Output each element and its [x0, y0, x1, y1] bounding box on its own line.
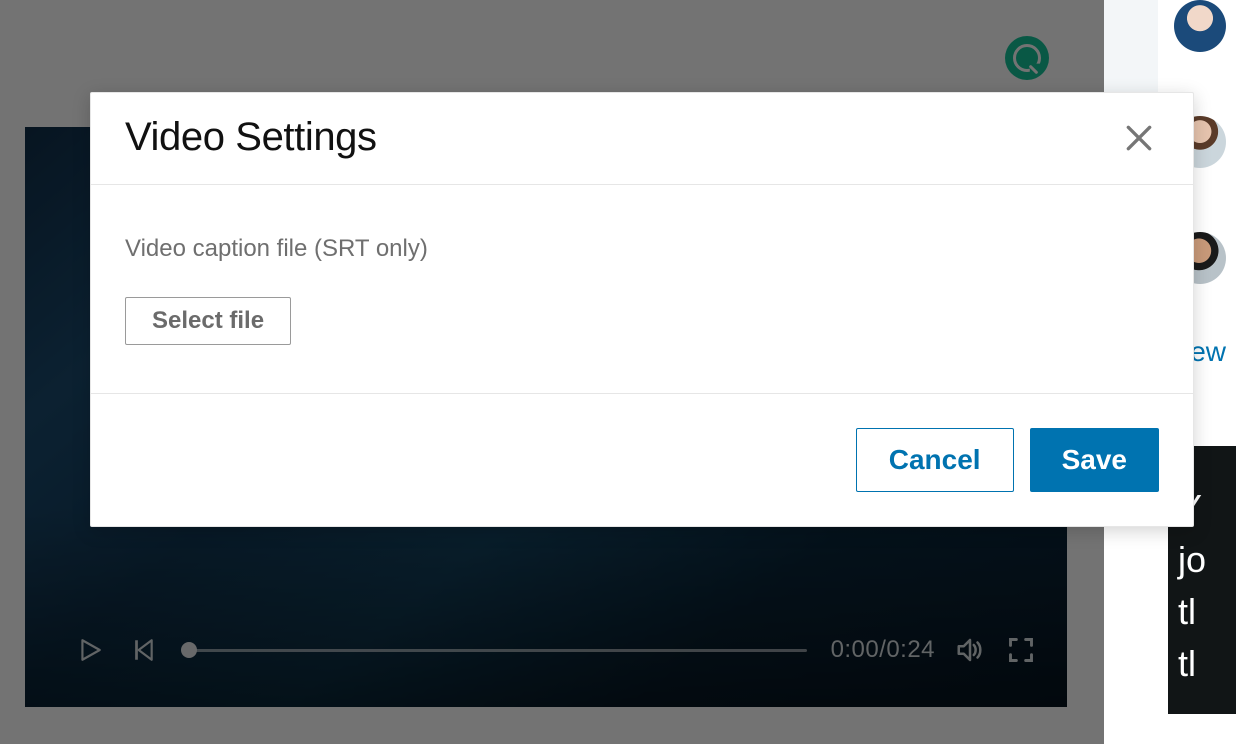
avatar[interactable]: [1174, 0, 1226, 52]
close-button[interactable]: [1119, 118, 1159, 158]
promo-line: tl: [1178, 638, 1236, 690]
video-settings-modal: Video Settings Video caption file (SRT o…: [90, 92, 1194, 527]
modal-footer: Cancel Save: [91, 394, 1193, 526]
caption-file-label: Video caption file (SRT only): [125, 235, 1159, 263]
cancel-button[interactable]: Cancel: [856, 428, 1014, 492]
modal-body: Video caption file (SRT only) Select fil…: [91, 185, 1193, 394]
close-icon: [1123, 122, 1155, 154]
select-file-button[interactable]: Select file: [125, 297, 291, 345]
modal-header: Video Settings: [91, 93, 1193, 185]
promo-line: tl: [1178, 586, 1236, 638]
save-button[interactable]: Save: [1030, 428, 1159, 492]
promo-line: jo: [1178, 534, 1236, 586]
modal-title: Video Settings: [125, 115, 377, 160]
